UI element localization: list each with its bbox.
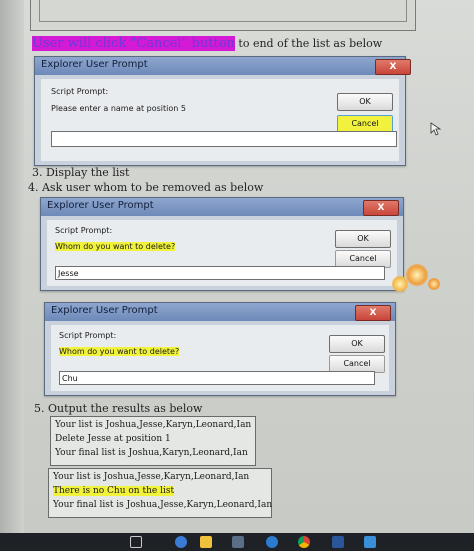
step-5-text: 5. Output the results as below (34, 402, 203, 415)
step-4-text: 4. Ask user whom to be removed as below (28, 181, 264, 194)
mouse-cursor-icon (430, 122, 442, 136)
output-line: Your final list is Joshua,Karyn,Leonard,… (55, 448, 248, 458)
dialog-body: Script Prompt: Whom do you want to delet… (47, 220, 397, 286)
prompt-dialog-delete-chu: Explorer User Prompt X Script Prompt: Wh… (44, 302, 396, 396)
prompt-dialog-delete-jesse: Explorer User Prompt X Script Prompt: Wh… (40, 197, 404, 291)
step-3-text: 3. Display the list (32, 166, 130, 179)
prompt-message: Whom do you want to delete? (55, 242, 176, 251)
light-glare (406, 264, 428, 286)
ok-button[interactable]: OK (329, 335, 385, 353)
output-line: Your list is Joshua,Jesse,Karyn,Leonard,… (53, 472, 250, 482)
output-line: Your final list is Joshua,Jesse,Karyn,Le… (53, 500, 273, 510)
chrome-icon[interactable] (298, 536, 310, 548)
name-input[interactable]: Jesse (55, 266, 385, 280)
script-prompt-label: Script Prompt: (55, 226, 113, 235)
instruction-rest: to end of the list as below (234, 37, 383, 50)
output-line-highlighted: There is no Chu on the list (53, 486, 175, 496)
page-edge (0, 0, 24, 533)
dialog-title: Explorer User Prompt (51, 305, 158, 316)
name-input[interactable] (51, 131, 397, 147)
output-box-no-chu: Your list is Joshua,Jesse,Karyn,Leonard,… (48, 468, 272, 518)
close-button[interactable]: X (363, 200, 399, 216)
script-prompt-label: Script Prompt: (59, 331, 117, 340)
name-input[interactable]: Chu (59, 371, 375, 385)
close-button[interactable]: X (375, 59, 411, 75)
output-line: Delete Jesse at position 1 (55, 434, 171, 444)
word-icon[interactable] (332, 536, 344, 548)
store-icon[interactable] (232, 536, 244, 548)
prompt-dialog-enter-name: Explorer User Prompt X Script Prompt: Pl… (34, 56, 411, 166)
script-prompt-label: Script Prompt: (51, 87, 109, 96)
dialog-title: Explorer User Prompt (41, 59, 148, 70)
close-button[interactable]: X (355, 305, 391, 321)
dialog-body: Script Prompt: Whom do you want to delet… (51, 325, 389, 391)
previous-dialog-edge (30, 0, 416, 31)
ok-button[interactable]: OK (337, 93, 393, 111)
edge-icon[interactable] (266, 536, 278, 548)
highlighted-instruction: User will click "Cancel" button (32, 36, 235, 51)
output-box-delete-jesse: Your list is Joshua,Jesse,Karyn,Leonard,… (50, 416, 256, 466)
prompt-message: Please enter a name at position 5 (51, 104, 186, 113)
dialog-body: Script Prompt: Please enter a name at po… (41, 79, 399, 161)
output-line: Your list is Joshua,Jesse,Karyn,Leonard,… (55, 420, 252, 430)
file-explorer-icon[interactable] (200, 536, 212, 548)
windows-icon[interactable] (364, 536, 376, 548)
search-icon[interactable] (175, 536, 187, 548)
dialog-title: Explorer User Prompt (47, 200, 154, 211)
step-intro-line: User will click "Cancel" button to end o… (32, 36, 382, 51)
task-view-icon[interactable] (130, 536, 142, 548)
windows-taskbar (0, 533, 474, 551)
prompt-message: Whom do you want to delete? (59, 347, 180, 356)
light-glare (428, 278, 440, 290)
ok-button[interactable]: OK (335, 230, 391, 248)
